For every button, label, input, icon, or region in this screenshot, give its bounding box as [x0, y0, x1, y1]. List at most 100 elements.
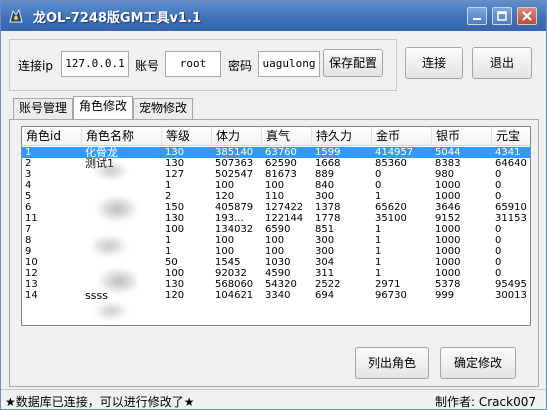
column-silver[interactable]: 银币 — [432, 127, 492, 146]
cell-yuanbao: 31153 — [495, 213, 527, 224]
redacted-names-blur — [91, 151, 137, 321]
column-role-name[interactable]: 角色名称 — [82, 127, 162, 146]
cell-gold: 2971 — [375, 279, 401, 290]
cell-level: 100 — [165, 268, 185, 279]
column-mp[interactable]: 真气 — [262, 127, 312, 146]
list-roles-button[interactable]: 列出角色 — [355, 347, 429, 379]
cell-role-id: 12 — [25, 268, 38, 279]
cell-silver: 3646 — [435, 202, 461, 213]
cell-role-id: 8 — [25, 235, 32, 246]
tab-role-edit[interactable]: 角色修改 — [73, 96, 133, 119]
cell-level: 150 — [165, 202, 185, 213]
cell-mp: 3340 — [265, 290, 291, 301]
cell-role-id: 7 — [25, 224, 32, 235]
save-config-button[interactable]: 保存配置 — [323, 49, 383, 77]
connect-button[interactable]: 连接 — [405, 47, 463, 79]
cell-hp: 100 — [215, 246, 235, 257]
cell-hp: 100 — [215, 235, 235, 246]
cell-hp: 507363 — [215, 158, 254, 169]
cell-endurance: 2522 — [315, 279, 341, 290]
cell-gold: 1 — [375, 268, 382, 279]
cell-silver: 5378 — [435, 279, 461, 290]
password-input[interactable]: uagulong — [258, 51, 320, 77]
maximize-button[interactable] — [492, 7, 512, 25]
cell-endurance: 1778 — [315, 213, 341, 224]
cell-mp: 110 — [265, 191, 285, 202]
column-gold[interactable]: 金币 — [372, 127, 432, 146]
cell-silver: 5044 — [435, 147, 461, 158]
main-window: 龙OL-7248版GM工具v1.1 连接ip 127.0.0.1 账号 root… — [0, 0, 547, 410]
cell-hp: 405879 — [215, 202, 254, 213]
cell-endurance: 840 — [315, 180, 335, 191]
column-role-id[interactable]: 角色id — [22, 127, 82, 146]
cell-level: 130 — [165, 158, 185, 169]
tab-pet-edit[interactable]: 宠物修改 — [133, 98, 193, 119]
cell-yuanbao: 65910 — [495, 202, 527, 213]
cell-silver: 1000 — [435, 180, 461, 191]
cell-role-id: 9 — [25, 246, 32, 257]
column-endurance[interactable]: 持久力 — [312, 127, 372, 146]
cell-endurance: 300 — [315, 191, 335, 202]
cell-mp: 4590 — [265, 268, 291, 279]
cell-silver: 999 — [435, 290, 455, 301]
column-level[interactable]: 等级 — [162, 127, 212, 146]
cell-endurance: 304 — [315, 257, 335, 268]
cell-mp: 100 — [265, 246, 285, 257]
cell-gold: 414957 — [375, 147, 414, 158]
close-button[interactable] — [517, 7, 537, 25]
ip-input[interactable]: 127.0.0.1 — [61, 51, 129, 77]
cell-yuanbao: 64640 — [495, 158, 527, 169]
cell-level: 130 — [165, 147, 185, 158]
password-label: 密码 — [228, 59, 253, 73]
status-message: ★数据库已连接，可以进行修改了★ — [5, 395, 195, 409]
cell-gold: 96730 — [375, 290, 407, 301]
cell-mp: 54320 — [265, 279, 297, 290]
cell-silver: 1000 — [435, 257, 461, 268]
status-bar: ★数据库已连接，可以进行修改了★ 制作者: Crack007 — [1, 389, 546, 409]
cell-hp: 92032 — [215, 268, 247, 279]
cell-silver: 1000 — [435, 246, 461, 257]
cell-role-id: 2 — [25, 158, 32, 169]
cell-hp: 502547 — [215, 169, 254, 180]
tab-account-management[interactable]: 账号管理 — [13, 98, 73, 119]
cell-gold: 1 — [375, 224, 382, 235]
dragon-app-icon — [7, 7, 25, 25]
column-hp[interactable]: 体力 — [212, 127, 262, 146]
cell-hp: 1545 — [215, 257, 241, 268]
cell-endurance: 311 — [315, 268, 335, 279]
confirm-edit-button[interactable]: 确定修改 — [440, 347, 516, 379]
cell-mp: 100 — [265, 235, 285, 246]
cell-level: 100 — [165, 224, 185, 235]
cell-endurance: 300 — [315, 246, 335, 257]
cell-mp: 81673 — [265, 169, 297, 180]
cell-yuanbao: 30013 — [495, 290, 527, 301]
cell-level: 130 — [165, 213, 185, 224]
cell-gold: 1 — [375, 246, 382, 257]
cell-silver: 8383 — [435, 158, 461, 169]
cell-mp: 100 — [265, 180, 285, 191]
title-bar[interactable]: 龙OL-7248版GM工具v1.1 — [1, 1, 546, 31]
cell-yuanbao: 0 — [495, 169, 502, 180]
cell-role-id: 13 — [25, 279, 38, 290]
cell-role-id: 1 — [25, 147, 32, 158]
cell-yuanbao: 0 — [495, 191, 502, 202]
cell-silver: 1000 — [435, 224, 461, 235]
exit-button[interactable]: 退出 — [472, 47, 532, 79]
cell-endurance: 851 — [315, 224, 335, 235]
cell-hp: 568060 — [215, 279, 254, 290]
cell-endurance: 1599 — [315, 147, 341, 158]
minimize-button[interactable] — [467, 7, 487, 25]
cell-gold: 0 — [375, 169, 382, 180]
cell-mp: 122144 — [265, 213, 304, 224]
cell-level: 1 — [165, 180, 172, 191]
column-yuanbao[interactable]: 元宝 — [492, 127, 530, 146]
cell-mp: 127422 — [265, 202, 304, 213]
account-input[interactable]: root — [165, 51, 221, 77]
cell-role-id: 6 — [25, 202, 32, 213]
cell-hp: 100 — [215, 180, 235, 191]
cell-role-id: 14 — [25, 290, 38, 301]
cell-level: 127 — [165, 169, 185, 180]
cell-level: 1 — [165, 246, 172, 257]
cell-mp: 62590 — [265, 158, 297, 169]
cell-silver: 980 — [435, 169, 455, 180]
